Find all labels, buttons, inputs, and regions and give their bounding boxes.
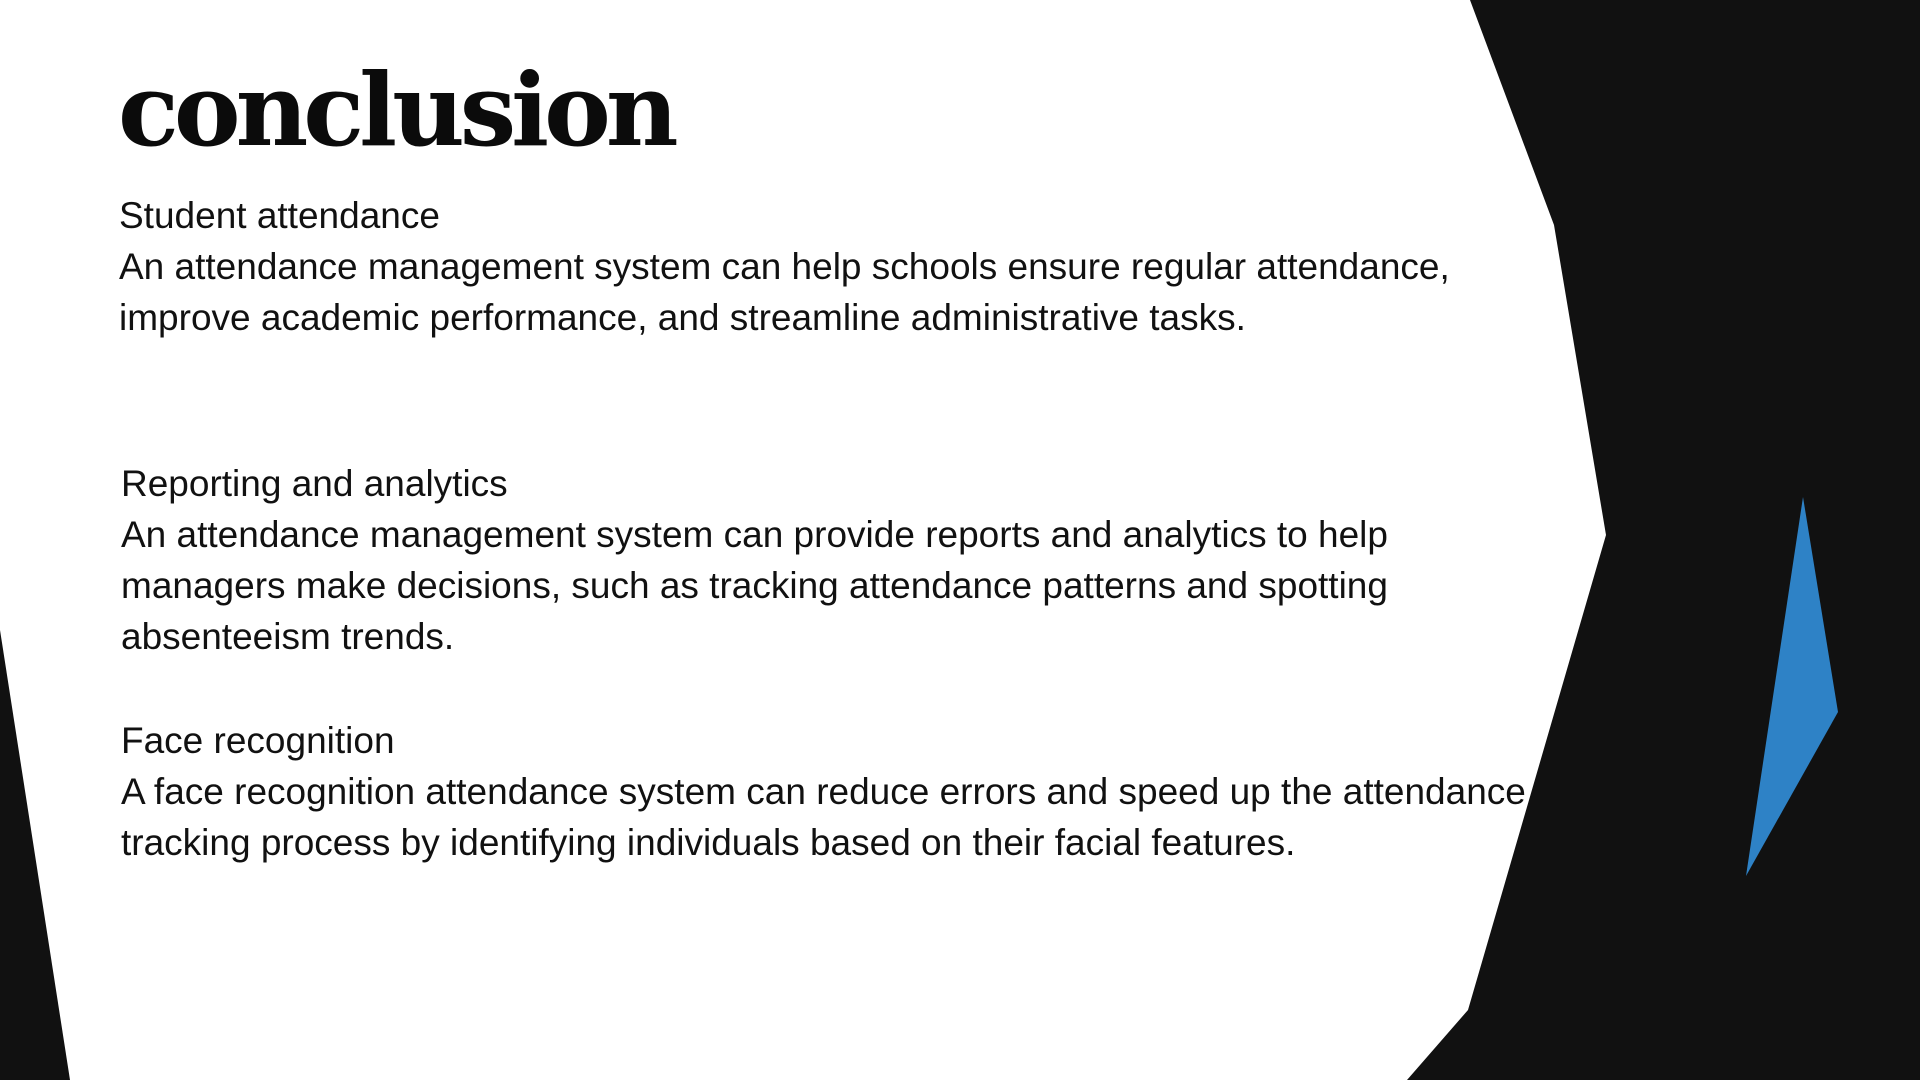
- section-heading: Reporting and analytics: [121, 463, 508, 504]
- section-body: An attendance management system can prov…: [121, 514, 1388, 657]
- section-heading: Face recognition: [121, 720, 395, 761]
- section-heading: Student attendance: [119, 195, 440, 236]
- section-face-recognition: Face recognition A face recognition atte…: [121, 715, 1541, 868]
- left-dark-shape: [0, 630, 70, 1080]
- slide-title: conclusion: [118, 51, 679, 169]
- section-reporting-analytics: Reporting and analytics An attendance ma…: [121, 458, 1541, 662]
- section-body: An attendance management system can help…: [119, 246, 1450, 338]
- slide: conclusion Student attendance An attenda…: [0, 0, 1920, 1080]
- section-student-attendance: Student attendance An attendance managem…: [119, 190, 1539, 343]
- section-body: A face recognition attendance system can…: [121, 771, 1526, 863]
